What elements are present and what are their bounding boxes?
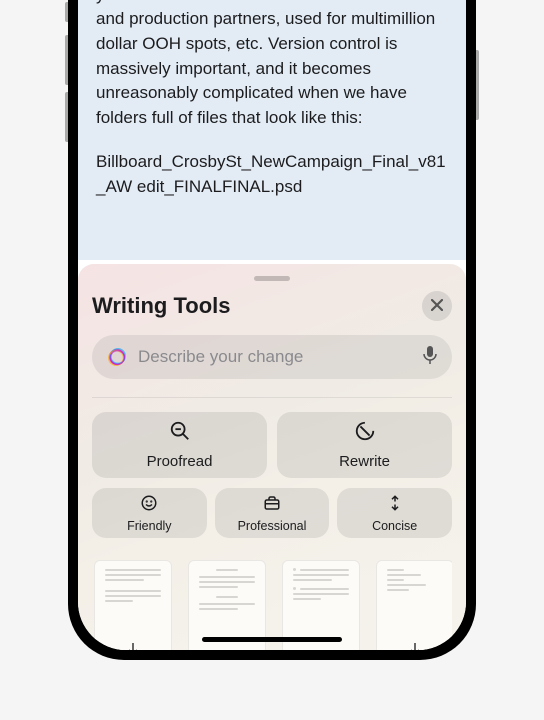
arrow-down-icon xyxy=(409,642,421,650)
microphone-icon[interactable] xyxy=(422,345,438,370)
side-button xyxy=(65,2,68,22)
professional-button[interactable]: Professional xyxy=(215,488,330,538)
side-button xyxy=(65,35,68,85)
close-icon xyxy=(431,298,443,314)
filename-text: Billboard_CrosbySt_NewCampaign_Final_v81… xyxy=(96,150,448,199)
side-button xyxy=(476,50,479,120)
sheet-grabber[interactable] xyxy=(254,276,290,281)
describe-change-input[interactable] xyxy=(138,347,412,367)
smile-icon xyxy=(140,494,158,517)
rewrite-button[interactable]: Rewrite xyxy=(277,412,452,478)
rewrite-icon xyxy=(354,420,376,447)
magnifying-glass-icon xyxy=(169,420,191,447)
body-text: kicked off this project. Surely I needn'… xyxy=(96,0,448,130)
apple-intelligence-icon xyxy=(106,346,128,368)
side-button xyxy=(65,92,68,142)
briefcase-icon xyxy=(263,494,281,517)
home-indicator[interactable] xyxy=(202,637,342,642)
concise-button[interactable]: Concise xyxy=(337,488,452,538)
template-card[interactable] xyxy=(376,560,452,650)
writing-tools-sheet: Writing Tools xyxy=(78,264,466,650)
action-label: Professional xyxy=(238,519,307,533)
concise-icon xyxy=(386,494,404,517)
template-card[interactable] xyxy=(94,560,172,650)
describe-change-input-wrap[interactable] xyxy=(92,335,452,379)
divider xyxy=(92,397,452,398)
action-label: Rewrite xyxy=(339,453,390,470)
document-content[interactable]: kicked off this project. Surely I needn'… xyxy=(78,0,466,260)
sheet-title: Writing Tools xyxy=(92,293,231,319)
action-label: Concise xyxy=(372,519,417,533)
phone-frame: kicked off this project. Surely I needn'… xyxy=(68,0,476,660)
arrow-down-icon xyxy=(127,642,139,650)
screen: kicked off this project. Surely I needn'… xyxy=(78,0,466,650)
friendly-button[interactable]: Friendly xyxy=(92,488,207,538)
close-button[interactable] xyxy=(422,291,452,321)
action-label: Proofread xyxy=(147,453,213,470)
proofread-button[interactable]: Proofread xyxy=(92,412,267,478)
action-label: Friendly xyxy=(127,519,171,533)
